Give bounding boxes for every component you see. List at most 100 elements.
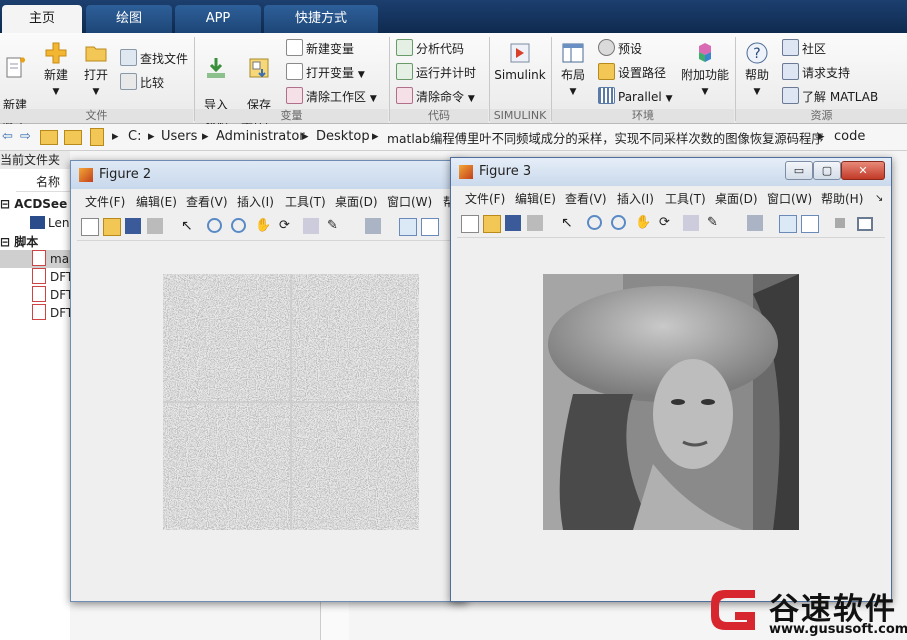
maximize-button[interactable]: ▢ (813, 161, 841, 180)
pointer-icon[interactable]: ↖ (181, 218, 197, 234)
link-plot-icon[interactable] (365, 218, 381, 234)
brush-icon[interactable]: ✎ (707, 215, 723, 231)
colorbar-icon[interactable] (399, 218, 417, 236)
run-and-time-button[interactable]: 运行并计时 (396, 63, 476, 81)
menu-edit[interactable]: 编辑(E) (515, 188, 556, 210)
show-plot-tools-icon[interactable] (857, 217, 873, 231)
figure-2-titlebar[interactable]: Figure 2 (71, 161, 466, 189)
breadcrumb-code[interactable]: code (834, 129, 865, 144)
hide-plot-tools-icon[interactable] (835, 218, 845, 228)
list-item[interactable]: Len (30, 214, 69, 232)
add-ons-button[interactable]: 附加功能 ▼ (680, 41, 730, 100)
minimize-button[interactable]: ▭ (785, 161, 813, 180)
breadcrumb-project[interactable]: matlab编程傅里叶不同频域成分的采样，实现不同采样次数的图像恢复源码程序 (387, 129, 824, 147)
menu-edit[interactable]: 编辑(E) (136, 191, 177, 213)
clear-commands-button[interactable]: 清除命令 ▼ (396, 87, 475, 105)
list-item[interactable]: DFT (32, 286, 73, 304)
menu-desktop[interactable]: 桌面(D) (715, 188, 758, 210)
community-button[interactable]: 社区 (782, 39, 826, 57)
zoom-out-icon[interactable] (231, 218, 246, 233)
learn-matlab-button[interactable]: 了解 MATLAB (782, 87, 878, 105)
find-files-button[interactable]: 查找文件 (120, 49, 188, 67)
save-icon[interactable] (505, 215, 521, 231)
browse-folder-icon[interactable] (64, 130, 82, 145)
folder-icon (85, 46, 107, 62)
menu-window[interactable]: 窗口(W) (387, 191, 432, 213)
m-file-icon (32, 286, 46, 302)
rotate-icon[interactable]: ⟳ (659, 215, 675, 231)
legend-icon[interactable] (801, 215, 819, 233)
brush-icon[interactable]: ✎ (327, 218, 343, 234)
panel-scroll-area (320, 598, 349, 640)
open-button[interactable]: 打开 ▼ (80, 41, 112, 100)
tab-apps[interactable]: APP (175, 5, 261, 33)
menu-file[interactable]: 文件(F) (85, 191, 125, 213)
tab-home[interactable]: 主页 (2, 5, 82, 33)
figure-2-menubar: 文件(F) 编辑(E) 查看(V) 插入(I) 工具(T) 桌面(D) 窗口(W… (71, 191, 466, 213)
pan-hand-icon[interactable]: ✋ (255, 218, 271, 234)
new-button[interactable]: 新建 ▼ (40, 41, 72, 100)
spectrum-image (163, 274, 419, 530)
menu-desktop[interactable]: 桌面(D) (335, 191, 378, 213)
breadcrumb-desktop[interactable]: Desktop (316, 129, 370, 144)
pan-hand-icon[interactable]: ✋ (635, 215, 651, 231)
menu-insert[interactable]: 插入(I) (617, 188, 654, 210)
breadcrumb-administrator[interactable]: Administrator (216, 129, 305, 144)
column-header-name[interactable]: 名称 (36, 175, 60, 189)
zoom-out-icon[interactable] (611, 215, 626, 230)
layout-button[interactable]: 布局 ▼ (557, 41, 589, 100)
menu-tools[interactable]: 工具(T) (665, 188, 706, 210)
print-icon[interactable] (527, 215, 543, 231)
list-item[interactable]: DFT (32, 304, 73, 322)
menu-window[interactable]: 窗口(W) (767, 188, 812, 210)
figure-3-titlebar[interactable]: Figure 3 ▭ ▢ ✕ (451, 158, 891, 186)
new-variable-button[interactable]: 新建变量 (286, 39, 354, 57)
open-variable-button[interactable]: 打开变量 ▼ (286, 63, 365, 81)
parallel-button[interactable]: Parallel ▼ (598, 87, 672, 105)
menu-file[interactable]: 文件(F) (465, 188, 505, 210)
analyze-code-button[interactable]: 分析代码 (396, 39, 464, 57)
new-figure-icon[interactable] (461, 215, 479, 233)
menu-view[interactable]: 查看(V) (186, 191, 228, 213)
data-cursor-icon[interactable] (303, 218, 319, 234)
menu-insert[interactable]: 插入(I) (237, 191, 274, 213)
colorbar-icon[interactable] (779, 215, 797, 233)
breadcrumb-users[interactable]: Users (161, 129, 197, 144)
set-path-button[interactable]: 设置路径 (598, 63, 666, 81)
folder-group[interactable]: ⊟ 脚本 (0, 233, 38, 251)
menu-tools[interactable]: 工具(T) (285, 191, 326, 213)
zoom-in-icon[interactable] (587, 215, 602, 230)
tab-plots[interactable]: 绘图 (86, 5, 172, 33)
open-file-icon[interactable] (483, 215, 501, 233)
print-icon[interactable] (147, 218, 163, 234)
forward-arrow-icon[interactable]: ⇨ (20, 129, 31, 144)
close-button[interactable]: ✕ (841, 161, 885, 180)
folder-group[interactable]: ⊟ ACDSee B (0, 195, 81, 213)
figure-2-window[interactable]: Figure 2 文件(F) 编辑(E) 查看(V) 插入(I) 工具(T) 桌… (70, 160, 467, 602)
clear-workspace-button[interactable]: 清除工作区 ▼ (286, 87, 377, 105)
data-cursor-icon[interactable] (683, 215, 699, 231)
new-figure-icon[interactable] (81, 218, 99, 236)
rotate-icon[interactable]: ⟳ (279, 218, 295, 234)
help-button[interactable]: ? 帮助 ▼ (740, 41, 774, 100)
link-plot-icon[interactable] (747, 215, 763, 231)
request-support-button[interactable]: 请求支持 (782, 63, 850, 81)
open-file-icon[interactable] (103, 218, 121, 236)
breadcrumb-c[interactable]: C: (128, 129, 141, 144)
pointer-icon[interactable]: ↖ (561, 215, 577, 231)
menu-view[interactable]: 查看(V) (565, 188, 607, 210)
menu-overflow-icon[interactable]: ↘ (875, 188, 883, 210)
figure-3-window[interactable]: Figure 3 ▭ ▢ ✕ 文件(F) 编辑(E) 查看(V) 插入(I) 工… (450, 157, 892, 602)
preferences-button[interactable]: 预设 (598, 39, 642, 57)
list-item[interactable]: DFT (32, 268, 73, 286)
save-icon[interactable] (125, 218, 141, 234)
tab-shortcuts[interactable]: 快捷方式 (264, 5, 378, 33)
menu-help[interactable]: 帮助(H) (821, 188, 863, 210)
compare-button[interactable]: 比较 (120, 73, 164, 91)
back-arrow-icon[interactable]: ⇦ (2, 129, 13, 144)
simulink-button[interactable]: Simulink (494, 41, 546, 83)
list-item-selected[interactable]: ma (0, 250, 70, 268)
folder-up-icon[interactable] (40, 130, 58, 145)
zoom-in-icon[interactable] (207, 218, 222, 233)
legend-icon[interactable] (421, 218, 439, 236)
